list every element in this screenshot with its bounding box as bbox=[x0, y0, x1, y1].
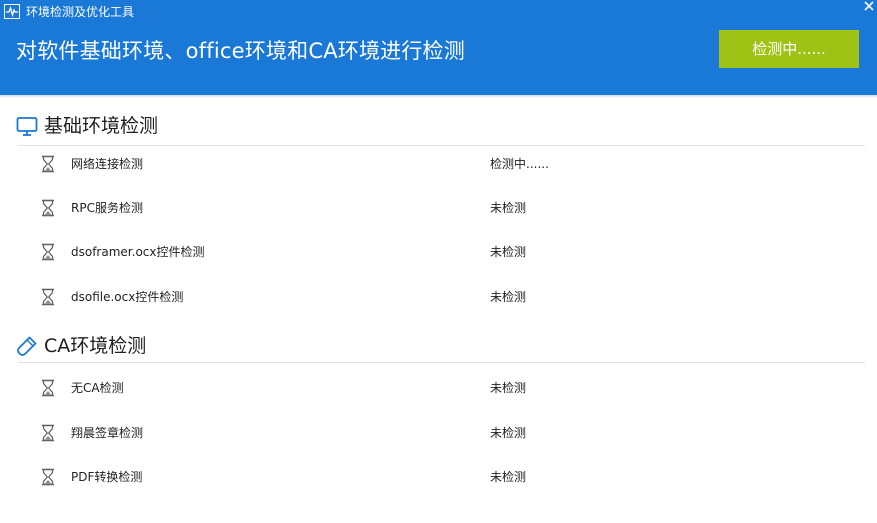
monitor-icon bbox=[16, 117, 38, 136]
item-status: 未检测 bbox=[490, 470, 527, 484]
hourglass-icon bbox=[42, 424, 54, 442]
item-status: 未检测 bbox=[490, 201, 527, 215]
close-icon[interactable] bbox=[862, 0, 877, 14]
hourglass-icon bbox=[42, 379, 54, 397]
list-item-signature: 翔晨签章检测 未检测 bbox=[18, 422, 865, 444]
item-status: 未检测 bbox=[490, 245, 527, 259]
item-label: PDF转换检测 bbox=[71, 470, 143, 484]
list-item-pdf: PDF转换检测 未检测 bbox=[18, 466, 865, 488]
section-divider bbox=[18, 362, 865, 363]
usb-key-icon bbox=[17, 336, 37, 356]
section-divider bbox=[18, 145, 865, 146]
section-title: 基础环境检测 bbox=[44, 115, 159, 137]
page-headline: 对软件基础环境、office环境和CA环境进行检测 bbox=[16, 39, 465, 63]
header-divider bbox=[0, 95, 877, 98]
section-title: CA环境检测 bbox=[44, 335, 147, 357]
item-status: 未检测 bbox=[490, 426, 527, 440]
item-label: 网络连接检测 bbox=[71, 157, 144, 171]
list-item-dsoframer: dsoframer.ocx控件检测 未检测 bbox=[18, 241, 865, 263]
title-bar: 环境检测及优化工具 bbox=[0, 0, 877, 24]
item-label: dsoframer.ocx控件检测 bbox=[71, 245, 205, 259]
item-status: 未检测 bbox=[490, 290, 527, 304]
list-item-rpc: RPC服务检测 未检测 bbox=[18, 197, 865, 219]
item-status: 未检测 bbox=[490, 381, 527, 395]
item-label: dsofile.ocx控件检测 bbox=[71, 290, 184, 304]
detect-button[interactable]: 检测中...... bbox=[719, 30, 859, 68]
hourglass-icon bbox=[42, 243, 54, 261]
hourglass-icon bbox=[42, 155, 54, 173]
list-item-no-ca: 无CA检测 未检测 bbox=[18, 377, 865, 399]
app-waveform-icon bbox=[4, 4, 20, 19]
list-item-network: 网络连接检测 检测中...... bbox=[18, 153, 865, 175]
header-banner: 环境检测及优化工具 对软件基础环境、office环境和CA环境进行检测 检测中.… bbox=[0, 0, 877, 95]
hourglass-icon bbox=[42, 288, 54, 306]
item-label: 无CA检测 bbox=[71, 381, 124, 395]
item-label: RPC服务检测 bbox=[71, 201, 143, 215]
hourglass-icon bbox=[42, 468, 54, 486]
item-label: 翔晨签章检测 bbox=[71, 426, 144, 440]
list-item-dsofile: dsofile.ocx控件检测 未检测 bbox=[18, 286, 865, 308]
item-status: 检测中...... bbox=[490, 157, 549, 171]
window-title: 环境检测及优化工具 bbox=[26, 5, 135, 19]
hourglass-icon bbox=[42, 199, 54, 217]
